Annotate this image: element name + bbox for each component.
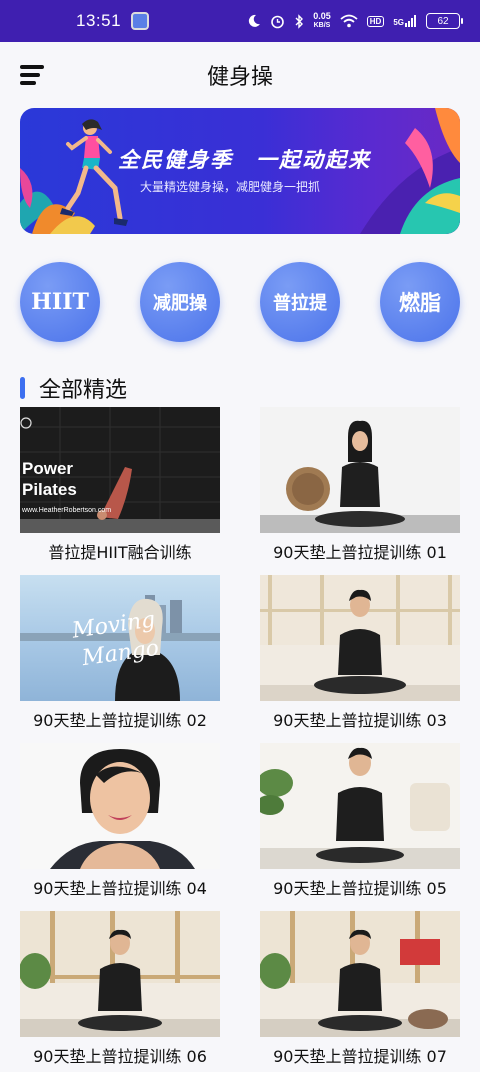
category-pilates-button[interactable]: 普拉提 [260, 262, 340, 342]
video-title: 普拉提HIIT融合训练 [48, 543, 192, 562]
thumb-overlay-line1: Power [22, 459, 74, 478]
video-title: 90天垫上普拉提训练 07 [273, 1047, 447, 1066]
hd-badge: HD [366, 15, 385, 27]
video-card[interactable]: 90天垫上普拉提训练 03 [260, 575, 460, 730]
video-card[interactable]: Moving Mango 90天垫上普拉提训练 02 [20, 575, 220, 730]
section-header: 全部精选 [20, 372, 127, 404]
moon-icon [249, 14, 261, 27]
promo-banner[interactable]: 全民健身季 一起动起来 大量精选健身操，减肥健身一把抓 [20, 108, 460, 234]
page-title: 健身操 [206, 65, 273, 90]
video-title: 90天垫上普拉提训练 06 [33, 1047, 207, 1066]
net-speed: 0.05 KB/S [313, 12, 331, 30]
video-title: 90天垫上普拉提训练 04 [33, 879, 207, 898]
section-accent-bar [20, 377, 25, 399]
video-card[interactable]: 90天垫上普拉提训练 04 [20, 743, 220, 898]
banner-title: 全民健身季 一起动起来 [118, 148, 371, 172]
status-icons: 0.05 KB/S HD 5G 62 [247, 12, 463, 30]
app-notification-icon [131, 12, 150, 30]
wifi-icon [340, 14, 358, 28]
video-card[interactable]: 90天垫上普拉提训练 06 [20, 911, 220, 1066]
video-title: 90天垫上普拉提训练 01 [273, 543, 447, 562]
menu-icon [20, 65, 44, 69]
status-time: 13:51 [76, 11, 122, 30]
category-fat-burn-button[interactable]: 燃脂 [380, 262, 460, 342]
section-title: 全部精选 [39, 378, 128, 403]
menu-button[interactable] [20, 65, 44, 85]
video-title: 90天垫上普拉提训练 05 [273, 879, 447, 898]
video-thumbnail[interactable] [260, 911, 460, 1037]
net-speed-unit: KB/S [313, 22, 331, 29]
video-thumbnail[interactable] [260, 743, 460, 869]
status-bar: 13:51 0.05 KB/S HD 5G 62 [0, 0, 480, 42]
category-hiit-button[interactable]: HIIT [20, 262, 100, 342]
video-thumbnail[interactable]: Moving Mango [20, 575, 220, 701]
banner-subtitle: 大量精选健身操，减肥健身一把抓 [140, 180, 321, 194]
thumb-overlay-line2: Pilates [22, 480, 77, 499]
video-card[interactable]: Power Pilates www.HeatherRobertson.com 普… [20, 407, 220, 562]
net-speed-value: 0.05 [313, 11, 331, 21]
video-card[interactable]: 90天垫上普拉提训练 05 [260, 743, 460, 898]
video-card[interactable]: 90天垫上普拉提训练 01 [260, 407, 460, 562]
video-thumbnail[interactable] [20, 743, 220, 869]
video-thumbnail[interactable] [260, 575, 460, 701]
video-thumbnail[interactable]: Power Pilates www.HeatherRobertson.com [20, 407, 220, 533]
app-header: 健身操 [0, 42, 480, 108]
thumb-overlay-url: www.HeatherRobertson.com [22, 507, 112, 514]
alarm-icon [271, 15, 285, 28]
video-title: 90天垫上普拉提训练 03 [273, 711, 447, 730]
video-title: 90天垫上普拉提训练 02 [33, 711, 207, 730]
signal-icon: 5G [393, 15, 417, 27]
battery-indicator: 62 [426, 13, 463, 29]
video-thumbnail[interactable] [20, 911, 220, 1037]
category-row: HIIT 减肥操 普拉提 燃脂 [20, 262, 460, 342]
bluetooth-icon [295, 13, 304, 29]
video-thumbnail[interactable] [260, 407, 460, 533]
category-weight-loss-button[interactable]: 减肥操 [140, 262, 220, 342]
signal-label: 5G [393, 18, 404, 27]
video-card[interactable]: 90天垫上普拉提训练 07 [260, 911, 460, 1066]
